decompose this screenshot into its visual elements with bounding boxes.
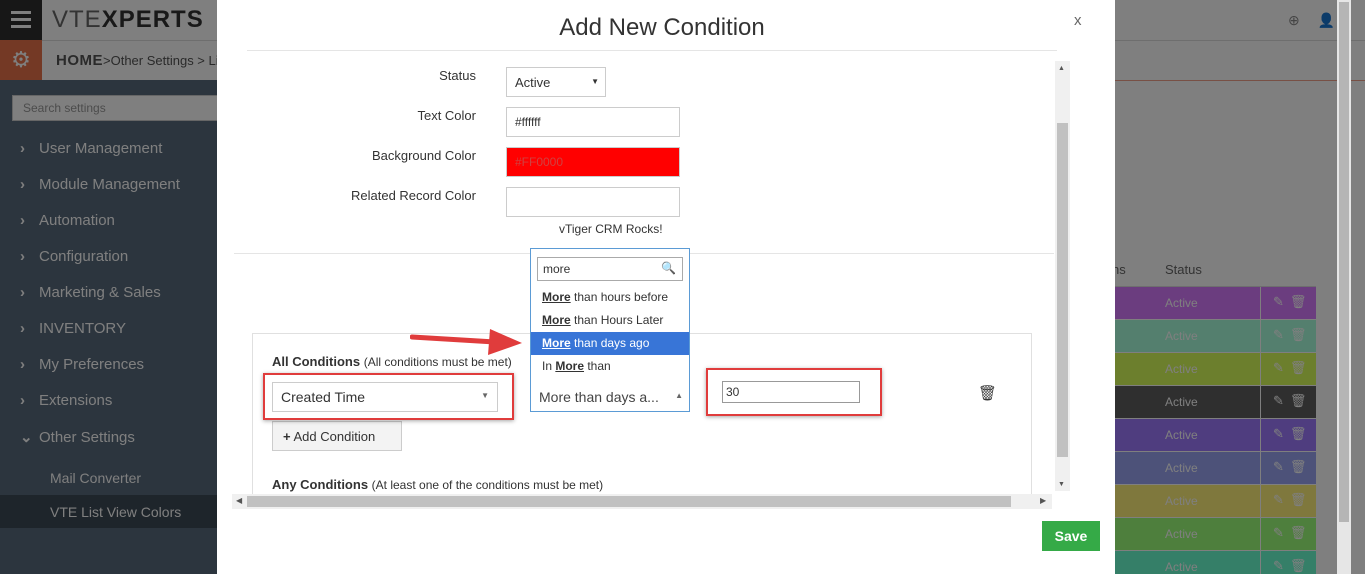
status-select[interactable]: Active ▼ [506,67,606,97]
all-conditions-heading: All Conditions (All conditions must be m… [272,354,512,369]
dropdown-option[interactable]: More than hours before [531,286,689,309]
save-button[interactable]: Save [1042,521,1100,551]
caret-up-icon: ▲ [675,391,683,400]
text-color-label: Text Color [417,108,476,123]
condition-operator-select[interactable]: More than days a... ▲ [530,382,690,412]
background-color-label: Background Color [371,148,476,163]
annotation-box-value [706,368,882,416]
close-icon[interactable]: x [1074,12,1082,29]
related-record-color-label: Related Record Color [350,188,476,203]
status-label: Status [439,68,476,83]
dropdown-option-highlighted[interactable]: More than days ago [531,332,689,355]
add-condition-modal: Add New Condition x Status Active ▼ Text… [217,0,1115,574]
scroll-left-icon[interactable]: ◀ [236,496,242,505]
operator-dropdown: more 🔍 More than hours before More than … [530,248,690,382]
modal-scrollbar-horizontal[interactable]: ◀ ▶ [232,494,1052,509]
dropdown-option[interactable]: In More than [531,355,689,378]
scroll-right-icon[interactable]: ▶ [1040,496,1046,505]
scroll-up-icon[interactable]: ▲ [1058,65,1065,72]
caret-down-icon: ▼ [591,77,599,86]
background-color-input[interactable]: #FF0000 [506,147,680,177]
modal-scrollbar-thumb[interactable] [1057,123,1068,457]
related-record-color-input[interactable] [506,187,680,217]
status-select-value: Active [515,75,551,90]
plus-icon: + [283,429,291,444]
color-preview-text: vTiger CRM Rocks! [559,222,663,236]
annotation-box-field [263,373,514,420]
trash-icon[interactable]: 🗑 [978,384,997,402]
dropdown-search-input[interactable]: more 🔍 [537,257,683,281]
page-scrollbar-thumb[interactable] [1339,2,1349,522]
dropdown-option[interactable]: More than Hours Later [531,309,689,332]
modal-hscrollbar-thumb[interactable] [247,496,1011,507]
modal-scrollbar-vertical[interactable]: ▲ ▼ [1055,61,1070,491]
text-color-input[interactable]: #ffffff [506,107,680,137]
condition-operator-value: More than days a... [539,389,659,405]
any-conditions-heading: Any Conditions (At least one of the cond… [272,477,604,492]
arrow-annotation [410,329,522,355]
search-icon: 🔍 [661,261,676,275]
modal-title: Add New Condition [559,14,765,41]
page-scrollbar[interactable] [1337,0,1351,574]
scroll-down-icon[interactable]: ▼ [1058,481,1065,488]
dropdown-search-value: more [543,262,571,276]
add-condition-button[interactable]: + Add Condition [272,421,402,451]
divider [247,50,1057,51]
